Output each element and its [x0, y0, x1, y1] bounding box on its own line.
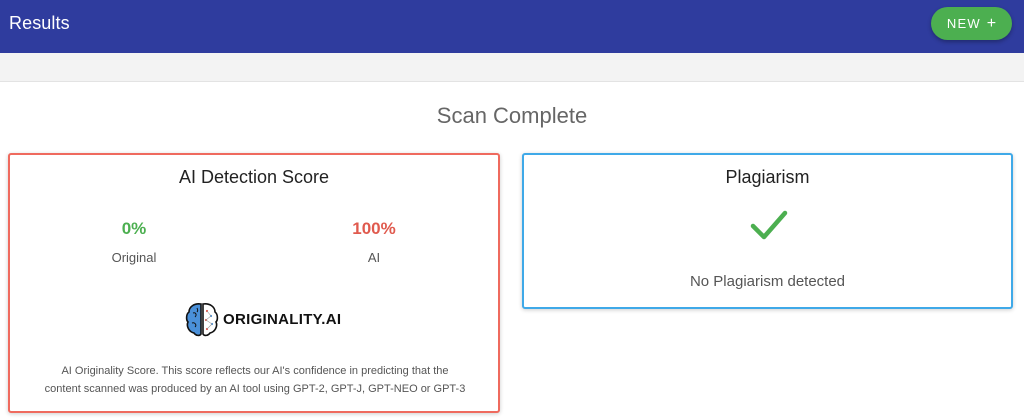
ai-score-value: 100%	[352, 219, 396, 238]
scan-status-title: Scan Complete	[436, 103, 588, 128]
ai-detection-title: AI Detection Score	[178, 167, 330, 187]
ai-detection-card: AI Detection Score 0% Original 100% AI O…	[8, 153, 500, 413]
original-score-label: Original	[111, 250, 157, 265]
originality-ai-logo: ORIGINALITY.AI	[185, 300, 341, 338]
logo-wordmark: ORIGINALITY.AI	[223, 310, 342, 328]
ai-score-description-line1: AI Originality Score. This score reflect…	[61, 365, 449, 377]
plagiarism-card: Plagiarism No Plagiarism detected	[522, 153, 1013, 309]
original-score-value: 0%	[121, 219, 147, 238]
header-spacer	[0, 53, 1024, 82]
plus-icon: +	[986, 14, 997, 32]
plagiarism-status-message: No Plagiarism detected	[689, 273, 846, 290]
ai-score-description-line2: content scanned was produced by an AI to…	[44, 383, 466, 395]
page-title: Results	[9, 13, 70, 33]
checkmark-icon	[750, 210, 788, 240]
original-score: 0% Original	[74, 219, 194, 265]
new-button[interactable]: NEW +	[931, 7, 1012, 40]
top-app-bar: Results NEW +	[0, 0, 1024, 53]
ai-score-description: AI Originality Score. This score reflect…	[30, 362, 480, 398]
new-button-label: NEW	[946, 16, 981, 31]
ai-score: 100% AI	[314, 219, 434, 265]
ai-score-label: AI	[367, 250, 381, 265]
brain-icon	[185, 303, 219, 337]
plagiarism-title: Plagiarism	[725, 167, 810, 187]
